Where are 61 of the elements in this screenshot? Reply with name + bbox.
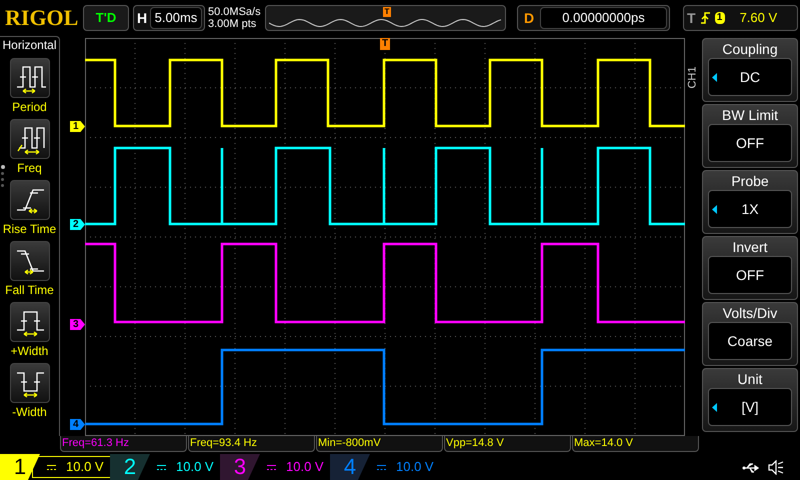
trigger-source-badge: 1 <box>714 12 725 24</box>
sample-rate: 50.0MSa/s <box>208 6 262 18</box>
run-status: T'D <box>83 5 129 31</box>
timebase-value: 5.00ms <box>150 7 202 29</box>
dc-coupling-icon <box>157 464 166 470</box>
measure-label: Period <box>12 100 47 114</box>
channel-button[interactable]: 2 <box>110 454 150 480</box>
menu-button[interactable]: Unit [V] <box>702 368 798 432</box>
dc-coupling-icon <box>47 464 56 470</box>
measurement-readout: Max=14.0 V <box>572 436 699 452</box>
channel-button[interactable]: 4 <box>330 454 370 480</box>
channel-scale: 10.0 V <box>286 458 324 476</box>
measure-label: Rise Time <box>2 222 56 236</box>
menu-button[interactable]: BW Limit OFF <box>702 104 798 168</box>
dc-coupling-icon <box>377 464 386 470</box>
channel-scale: 10.0 V <box>176 458 214 476</box>
speaker-muted-icon <box>768 460 784 475</box>
measurement-readout: Vpp=14.8 V <box>444 436 571 452</box>
menu-button[interactable]: Volts/Div Coarse <box>702 302 798 366</box>
trace-marker[interactable]: 4 <box>70 419 85 430</box>
measure-button[interactable] <box>10 58 50 98</box>
menu-button[interactable]: Coupling DC <box>702 38 798 102</box>
trigger-panel[interactable]: T 1 7.60 V <box>683 5 798 31</box>
measure-label: +Width <box>10 344 48 358</box>
trigger-level: 7.60 V <box>740 9 778 28</box>
delay-label: D <box>522 8 536 28</box>
trigger-label: T <box>687 8 696 28</box>
measurement-readout: Min=-800mV <box>316 436 443 452</box>
trace-marker[interactable]: 3 <box>70 319 85 330</box>
overview-wave-icon <box>269 18 502 28</box>
measure-button[interactable] <box>10 302 50 342</box>
delay-panel[interactable]: D 0.00000000ps <box>517 5 670 31</box>
measure-button[interactable] <box>10 241 50 281</box>
measure-label: Fall Time <box>5 283 54 297</box>
trace-marker[interactable]: 2 <box>70 219 85 230</box>
measurement-readout: Freq=93.4 Hz <box>188 436 315 452</box>
dc-coupling-icon <box>267 464 276 470</box>
channel-scale: 10.0 V <box>396 458 434 476</box>
measure-button[interactable] <box>10 363 50 403</box>
channel-button[interactable]: 3 <box>220 454 260 480</box>
rising-edge-icon <box>700 12 710 24</box>
trigger-marker: T <box>380 38 390 50</box>
logo: RIGOL <box>4 7 80 29</box>
trigger-position-marker: T <box>383 7 391 17</box>
measure-label: Freq <box>17 161 42 175</box>
measure-label: -Width <box>12 405 47 419</box>
trace-marker[interactable]: 1 <box>70 121 85 132</box>
channel-button[interactable]: 1 <box>0 454 40 480</box>
channel-label: CH1 <box>688 66 698 88</box>
channel-scale: 10.0 V <box>66 458 104 476</box>
menu-button[interactable]: Probe 1X <box>702 170 798 234</box>
menu-button[interactable]: Invert OFF <box>702 236 798 300</box>
usb-icon <box>742 462 760 474</box>
delay-value: 0.00000000ps <box>540 7 667 29</box>
timebase-label: H <box>136 8 148 28</box>
measurement-readout: Freq=61.3 Hz <box>60 436 187 452</box>
measure-button[interactable] <box>10 119 50 159</box>
timebase-panel[interactable]: H 5.00ms <box>133 5 205 31</box>
menu-title: Horizontal <box>2 37 57 53</box>
memory-depth: 3.00M pts <box>208 18 258 30</box>
measure-button[interactable] <box>10 180 50 220</box>
